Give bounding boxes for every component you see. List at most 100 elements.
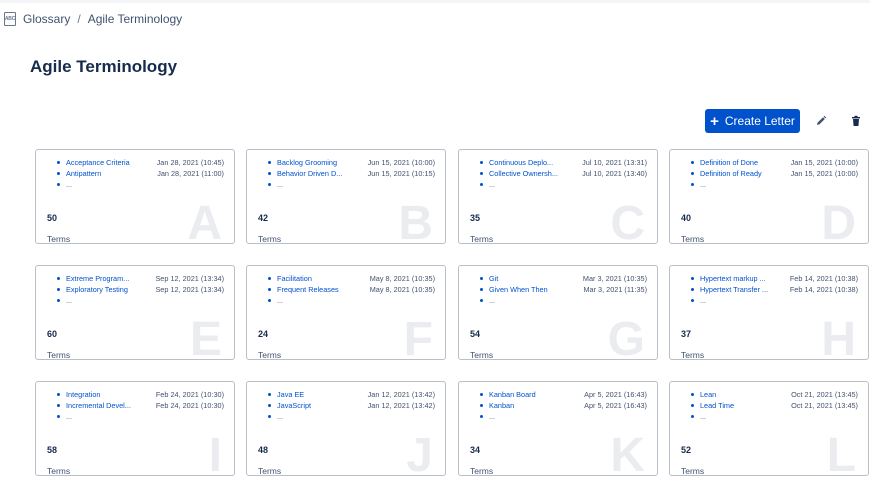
term-date: May 8, 2021 (10:35) [369,274,435,283]
card-letter-watermark: L [826,429,856,476]
glossary-book-icon: ABC [4,12,16,26]
more-terms-marker: ... [66,296,73,305]
letter-card-j[interactable]: Java EE Jan 12, 2021 (13:42) JavaScript Jan… [246,381,446,476]
card-letter-watermark: F [403,313,433,360]
letter-card-a[interactable]: Acceptance Criteria Jan 28, 2021 (10:45) A… [35,149,235,244]
create-letter-button[interactable]: + Create Letter [705,109,800,133]
term-count: 24 [258,329,269,339]
term-list-item: Kanban Board Apr 5, 2021 (16:43) [480,389,653,400]
term-date: Jun 15, 2021 (10:15) [367,169,435,178]
term-link[interactable]: Acceptance Criteria [66,157,148,168]
term-list-item: Given When Then Mar 3, 2021 (11:35) [480,284,653,295]
term-link[interactable]: Lead Time [700,400,782,411]
term-list-item: Backlog Grooming Jun 15, 2021 (10:00) [268,157,441,168]
term-link[interactable]: Given When Then [489,284,571,295]
letter-card-k[interactable]: Kanban Board Apr 5, 2021 (16:43) Kanban Apr… [458,381,658,476]
term-list-item: Lead Time Oct 21, 2021 (13:45) [691,400,864,411]
terms-label: Terms [47,466,71,476]
letter-card-g[interactable]: Git Mar 3, 2021 (10:35) Given When Then Mar… [458,265,658,360]
term-link[interactable]: Lean [700,389,782,400]
term-date: Feb 14, 2021 (10:38) [789,274,858,283]
term-date: Jan 12, 2021 (13:42) [367,390,435,399]
terms-label: Terms [47,350,71,360]
letter-card-d[interactable]: Definition of Done Jan 15, 2021 (10:00) De… [669,149,869,244]
term-list: Backlog Grooming Jun 15, 2021 (10:00) Beha… [268,157,441,190]
term-date: Oct 21, 2021 (13:45) [791,401,858,410]
card-letter-watermark: G [607,313,645,360]
term-date: Feb 24, 2021 (10:30) [155,401,224,410]
term-list-item: Lean Oct 21, 2021 (13:45) [691,389,864,400]
create-letter-label: Create Letter [724,114,795,128]
letter-card-h[interactable]: Hypertext markup ... Feb 14, 2021 (10:38)… [669,265,869,360]
term-list: Integration Feb 24, 2021 (10:30) Increment… [57,389,230,422]
term-date: Jan 28, 2021 (10:45) [156,158,224,167]
term-date: Jan 15, 2021 (10:00) [790,158,858,167]
term-link[interactable]: Hypertext markup ... [700,273,782,284]
letter-card-b[interactable]: Backlog Grooming Jun 15, 2021 (10:00) Beha… [246,149,446,244]
more-terms-marker: ... [700,296,707,305]
term-link[interactable]: Backlog Grooming [277,157,359,168]
term-date: Jul 10, 2021 (13:31) [582,158,647,167]
term-date: Jul 10, 2021 (13:40) [582,169,647,178]
term-date: Jun 15, 2021 (10:00) [367,158,435,167]
term-list-item: Java EE Jan 12, 2021 (13:42) [268,389,441,400]
term-link[interactable]: Incremental Devel... [66,400,148,411]
term-date: Apr 5, 2021 (16:43) [584,390,647,399]
term-link[interactable]: Extreme Program... [66,273,148,284]
letter-card-e[interactable]: Extreme Program... Sep 12, 2021 (13:34) Ex… [35,265,235,360]
term-link[interactable]: JavaScript [277,400,359,411]
card-letter-watermark: I [208,429,222,476]
term-list-more: ... [691,411,864,422]
card-letter-watermark: E [189,313,222,360]
term-count: 35 [470,213,481,223]
term-list: Lean Oct 21, 2021 (13:45) Lead Time Oct 21,… [691,389,864,422]
term-list-item: Continuous Deplo... Jul 10, 2021 (13:31) [480,157,653,168]
term-list: Java EE Jan 12, 2021 (13:42) JavaScript Jan… [268,389,441,422]
term-count: 42 [258,213,269,223]
term-link[interactable]: Definition of Done [700,157,782,168]
term-link[interactable]: Facilitation [277,273,359,284]
pencil-icon[interactable] [812,112,830,130]
term-list-more: ... [691,295,864,306]
term-count: 34 [470,445,481,455]
term-link[interactable]: Kanban Board [489,389,571,400]
term-list-item: Collective Ownersh... Jul 10, 2021 (13:40… [480,168,653,179]
terms-label: Terms [681,466,705,476]
term-list-more: ... [480,295,653,306]
term-list-item: Hypertext Transfer ... Feb 14, 2021 (10:3… [691,284,864,295]
term-link[interactable]: Kanban [489,400,571,411]
term-list-item: Frequent Releases May 8, 2021 (10:35) [268,284,441,295]
term-list: Continuous Deplo... Jul 10, 2021 (13:31) C… [480,157,653,190]
term-count: 54 [470,329,481,339]
term-link[interactable]: Collective Ownersh... [489,168,571,179]
term-link[interactable]: Antipattern [66,168,148,179]
letter-card-f[interactable]: Facilitation May 8, 2021 (10:35) Frequent … [246,265,446,360]
letter-card-i[interactable]: Integration Feb 24, 2021 (10:30) Increment… [35,381,235,476]
breadcrumb-current: Agile Terminology [87,12,183,26]
card-letter-watermark: J [406,429,433,476]
term-count: 58 [47,445,58,455]
term-link[interactable]: Hypertext Transfer ... [700,284,782,295]
term-link[interactable]: Git [489,273,571,284]
letter-card-c[interactable]: Continuous Deplo... Jul 10, 2021 (13:31) C… [458,149,658,244]
letter-card-l[interactable]: Lean Oct 21, 2021 (13:45) Lead Time Oct 21,… [669,381,869,476]
term-date: Apr 5, 2021 (16:43) [584,401,647,410]
trash-icon[interactable] [847,112,865,130]
term-link[interactable]: Java EE [277,389,359,400]
term-list-item: Definition of Ready Jan 15, 2021 (10:00) [691,168,864,179]
term-count: 60 [47,329,58,339]
term-count: 37 [681,329,692,339]
term-link[interactable]: Definition of Ready [700,168,782,179]
term-date: Sep 12, 2021 (13:34) [155,285,224,294]
term-link[interactable]: Continuous Deplo... [489,157,571,168]
term-count: 40 [681,213,692,223]
breadcrumb-glossary-link[interactable]: Glossary [23,12,70,26]
terms-label: Terms [681,350,705,360]
term-link[interactable]: Frequent Releases [277,284,359,295]
term-link[interactable]: Exploratory Testing [66,284,148,295]
term-link[interactable]: Integration [66,389,148,400]
term-list: Acceptance Criteria Jan 28, 2021 (10:45) A… [57,157,230,190]
term-list-more: ... [57,295,230,306]
term-link[interactable]: Behavior Driven D... [277,168,359,179]
terms-label: Terms [470,350,494,360]
